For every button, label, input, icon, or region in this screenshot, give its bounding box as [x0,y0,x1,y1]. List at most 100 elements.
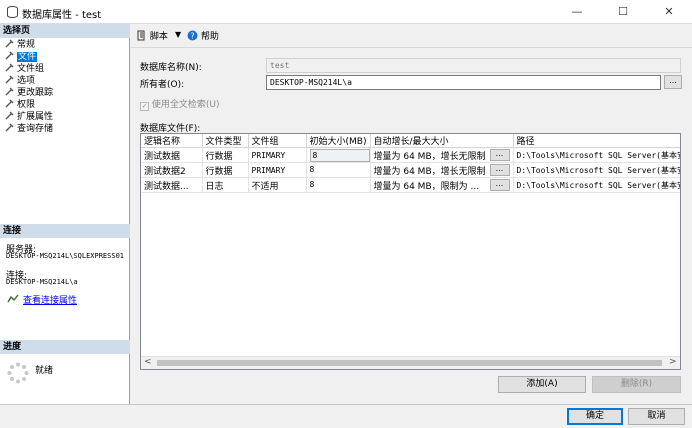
nav-item-options[interactable]: 选项 [5,75,35,87]
add-button[interactable]: 添加(A) [498,376,586,393]
cell-initial-size[interactable]: 8 [306,177,371,193]
files-table: 逻辑名称 文件类型 文件组 初始大小(MB) 自动增长/最大大小 路径 测试数据… [141,134,681,193]
progress-header: 进度 [0,340,130,354]
select-page-header: 选择页 [0,24,130,38]
close-icon: ✕ [664,5,674,18]
script-button[interactable]: 脚本 [136,29,168,43]
cell-path: D:\Tools\Microsoft SQL Server(基本安装 [513,177,681,193]
view-connection-properties-link[interactable]: 查看连接属性 [23,293,77,306]
cell-initial-size[interactable]: 8 [306,162,371,178]
minimize-button[interactable]: — [554,0,600,24]
database-files-grid: 逻辑名称 文件类型 文件组 初始大小(MB) 自动增长/最大大小 路径 测试数据… [140,133,681,370]
maximize-button[interactable]: ☐ [600,0,646,24]
cell-filegroup: 不适用 [248,177,307,193]
cell-filegroup[interactable]: PRIMARY [248,147,307,163]
toolbar: 脚本 ▼ ? 帮助 [131,24,692,48]
table-row[interactable]: 测试数据 行数据 PRIMARY 8 增量为 64 MB，增长无限制... D:… [141,147,681,163]
cancel-button[interactable]: 取消 [628,408,685,425]
cell-autogrowth: 增量为 64 MB，增长无限制... [370,162,514,178]
owner-field[interactable]: DESKTOP-MSQ214L\a [266,75,661,90]
wrench-icon [5,39,14,48]
autogrowth-edit-button[interactable]: ... [489,149,510,161]
autogrowth-edit-button[interactable]: ... [489,179,510,191]
nav-item-permissions[interactable]: 权限 [5,99,35,111]
horizontal-scrollbar[interactable]: < > [141,356,680,369]
column-header-path[interactable]: 路径 [513,134,680,148]
maximize-icon: ☐ [618,5,628,18]
column-header-initial-size[interactable]: 初始大小(MB) [306,134,371,148]
nav-item-change-tracking[interactable]: 更改跟踪 [5,87,53,99]
nav-item-filegroups[interactable]: 文件组 [5,63,44,75]
initial-size-value: 8 [309,165,315,174]
nav-item-general[interactable]: 常规 [5,39,35,51]
close-button[interactable]: ✕ [646,0,692,24]
column-header-file-type[interactable]: 文件类型 [202,134,249,148]
database-icon [7,6,18,18]
left-panel: 选择页 常规 文件 文件组 选项 更改跟踪 权限 扩展属性 查询存储 连接 服务… [0,24,130,404]
table-header-row: 逻辑名称 文件类型 文件组 初始大小(MB) 自动增长/最大大小 路径 [141,134,680,148]
path-text: D:\Tools\Microsoft SQL Server(基本安装 [516,150,681,160]
script-icon [137,30,145,41]
initial-size-value: 8 [309,180,315,189]
column-header-logical-name[interactable]: 逻辑名称 [141,134,203,148]
window-title: 数据库属性 - test [22,10,102,21]
title-bar: 数据库属性 - test — ☐ ✕ [0,0,692,24]
column-header-autogrowth[interactable]: 自动增长/最大大小 [370,134,514,148]
table-row[interactable]: 测试数据2 行数据 PRIMARY 8 增量为 64 MB，增长无限制... D… [141,162,681,178]
wrench-icon [5,75,14,84]
cell-logical-name[interactable]: 测试数据2 [141,162,203,178]
cell-filegroup[interactable]: PRIMARY [248,162,307,178]
wrench-icon [5,123,14,132]
server-value: DESKTOP-MSQ214L\SQLEXPRESS01 [6,252,125,260]
remove-button[interactable]: 删除(R) [592,376,681,393]
cell-file-type: 行数据 [202,147,249,163]
table-row[interactable]: 测试数据... 日志 不适用 8 增量为 64 MB，限制为 ...... D:… [141,177,681,193]
nav-item-query-store[interactable]: 查询存储 [5,123,53,135]
nav-item-extended-properties[interactable]: 扩展属性 [5,111,53,123]
autogrowth-text: 增量为 64 MB，限制为 ... [373,181,480,192]
cell-file-type: 日志 [202,177,249,193]
initial-size-input[interactable]: 8 [309,148,369,162]
path-text: D:\Tools\Microsoft SQL Server(基本安装 [516,165,681,175]
column-header-filegroup[interactable]: 文件组 [248,134,307,148]
autogrowth-edit-button[interactable]: ... [489,164,510,176]
connection-value: DESKTOP-MSQ214L\a [6,278,78,286]
autogrowth-text: 增量为 64 MB，增长无限制 [373,151,486,162]
progress-spinner-icon [7,362,29,384]
scrollbar-thumb[interactable] [157,360,662,366]
scroll-left-icon[interactable]: < [144,357,152,367]
wrench-icon [5,63,14,72]
cell-file-type: 行数据 [202,162,249,178]
connection-properties-icon [7,294,19,303]
fulltext-checkbox[interactable]: ✓ 使用全文检索(U) [140,97,220,111]
cell-path: D:\Tools\Microsoft SQL Server(基本安装 [513,162,681,178]
path-text: D:\Tools\Microsoft SQL Server(基本安装 [516,180,681,190]
wrench-icon [5,51,14,60]
wrench-icon [5,111,14,120]
owner-label: 所有者(O): [140,80,185,90]
connection-header: 连接 [0,224,130,238]
minimize-icon: — [571,5,583,18]
db-name-label: 数据库名称(N): [140,63,202,73]
svg-text:?: ? [190,31,194,40]
help-icon: ? [187,30,198,41]
wrench-icon [5,87,14,96]
cell-logical-name[interactable]: 测试数据... [141,177,203,193]
cell-autogrowth: 增量为 64 MB，增长无限制... [370,147,514,163]
wrench-icon [5,99,14,108]
cell-initial-size[interactable]: 8 [306,147,371,163]
scroll-right-icon[interactable]: > [669,357,677,367]
cell-logical-name[interactable]: 测试数据 [141,147,203,163]
cell-path: D:\Tools\Microsoft SQL Server(基本安装 [513,147,681,163]
owner-browse-button[interactable]: ... [664,75,682,89]
db-name-field: test [266,58,681,73]
autogrowth-text: 增量为 64 MB，增长无限制 [373,166,486,177]
dialog-footer: 确定 取消 [0,404,692,428]
ok-button[interactable]: 确定 [567,408,623,425]
cell-autogrowth: 增量为 64 MB，限制为 ...... [370,177,514,193]
progress-status: 就绪 [35,366,54,376]
checkmark-icon: ✓ [140,102,149,111]
script-dropdown-arrow-icon[interactable]: ▼ [175,30,181,39]
nav-item-files[interactable]: 文件 [5,51,38,63]
help-button[interactable]: ? 帮助 [187,29,219,43]
